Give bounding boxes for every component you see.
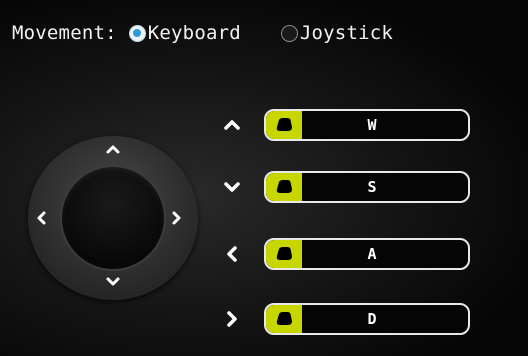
key-label: S [367, 178, 377, 196]
key-binding-row-left: A [222, 238, 470, 270]
movement-mode-row: Movement: Keyboard Joystick [12, 18, 393, 48]
key-binding-row-right: D [222, 303, 470, 335]
virtual-joystick[interactable] [28, 136, 198, 300]
movement-settings-panel: Movement: Keyboard Joystick W S A D [0, 0, 528, 356]
chevron-up-icon [222, 115, 242, 135]
chevron-right-icon [222, 309, 242, 329]
keycap-icon [275, 311, 293, 327]
joystick-knob[interactable] [62, 167, 164, 269]
key-binding-slot-right[interactable]: D [264, 303, 470, 335]
key-tab [266, 111, 302, 139]
chevron-left-icon [33, 210, 49, 226]
key-binding-slot-up[interactable]: W [264, 109, 470, 141]
joystick-radio[interactable]: Joystick [280, 22, 394, 44]
keycap-icon [275, 246, 293, 262]
movement-label: Movement: [12, 22, 117, 44]
key-binding-slot-left[interactable]: A [264, 238, 470, 270]
key-binding-row-up: W [222, 109, 470, 141]
key-binding-slot-down[interactable]: S [264, 171, 470, 203]
keycap-icon [275, 179, 293, 195]
key-tab [266, 173, 302, 201]
chevron-down-icon [105, 274, 121, 290]
key-tab [266, 305, 302, 333]
key-label: A [367, 245, 377, 263]
chevron-down-icon [222, 177, 242, 197]
chevron-up-icon [105, 141, 121, 157]
keyboard-radio-indicator[interactable] [128, 24, 146, 42]
chevron-right-icon [169, 210, 185, 226]
joystick-radio-indicator[interactable] [280, 24, 298, 42]
key-label: W [367, 116, 377, 134]
key-binding-row-down: S [222, 171, 470, 203]
key-tab [266, 240, 302, 268]
key-label: D [367, 310, 377, 328]
keyboard-radio-label: Keyboard [147, 22, 241, 44]
keycap-icon [275, 117, 293, 133]
keyboard-radio[interactable]: Keyboard [128, 22, 241, 44]
joystick-radio-label: Joystick [299, 22, 394, 44]
chevron-left-icon [222, 244, 242, 264]
